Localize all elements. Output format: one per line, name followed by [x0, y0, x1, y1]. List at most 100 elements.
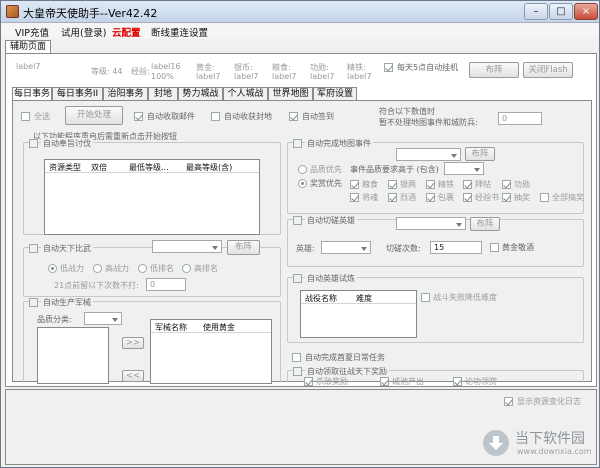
close-flash-button[interactable]: 关闭Flash — [523, 62, 573, 78]
start-button[interactable]: 开始处理 — [65, 106, 123, 125]
col-use-gold[interactable]: 使用黄金 — [203, 322, 235, 333]
radio-high-power[interactable] — [93, 264, 102, 273]
col-weapon-name[interactable]: 军械名称 — [155, 322, 187, 333]
col-resource-type[interactable]: 资源类型 — [49, 162, 81, 173]
auto-tianxia-checkbox[interactable] — [29, 244, 38, 253]
auto-produce-checkbox[interactable] — [29, 298, 38, 307]
menu-reconnect[interactable]: 断线重连设置 — [151, 25, 208, 39]
auto-fief-label: 自动收获封地 — [224, 112, 272, 121]
auto-mail-checkbox[interactable] — [134, 112, 143, 121]
merit-ring-checkbox[interactable] — [453, 377, 462, 386]
reward-merit-cb[interactable] — [502, 180, 511, 189]
radio-high-rank-label: 高排名 — [194, 264, 218, 273]
fail-lower-checkbox[interactable] — [421, 293, 430, 302]
reward-wine-cb[interactable] — [388, 193, 397, 202]
radio-high-power-label: 高战力 — [105, 264, 129, 273]
tianxia-reward-checkbox[interactable] — [293, 367, 302, 376]
tab-personal-war[interactable]: 个人城战 — [223, 87, 268, 100]
reward-package-cb[interactable] — [426, 193, 435, 202]
select-all-checkbox[interactable] — [21, 112, 30, 121]
radio-low-power-label: 低战力 — [60, 264, 84, 273]
map-event-deploy-button[interactable]: 布阵 — [465, 147, 495, 161]
col-double[interactable]: 双倍 — [91, 162, 107, 173]
tab-helper-page[interactable]: 辅助页面 — [5, 40, 51, 54]
silver-value: label7 — [234, 72, 259, 81]
exclude-input[interactable]: 0 — [498, 112, 542, 125]
tab-daily-2[interactable]: 每日事务II — [52, 87, 103, 100]
auto-tianxia-label: 自动天下比武 — [41, 243, 93, 254]
quality-first-radio[interactable] — [298, 165, 307, 174]
maximize-button[interactable]: □ — [549, 3, 573, 20]
auto-fief-checkbox[interactable] — [211, 112, 220, 121]
auto-signin-checkbox[interactable] — [289, 112, 298, 121]
auto-daily5-checkbox[interactable] — [384, 63, 393, 72]
col-difficulty[interactable]: 难度 — [356, 293, 372, 304]
skip-label: 21点前留以下次数不打: — [54, 281, 139, 290]
gold-wine-checkbox[interactable] — [490, 243, 499, 252]
tianxia-deploy-button[interactable]: 布阵 — [227, 240, 260, 255]
reward-food-cb[interactable] — [350, 180, 359, 189]
tab-world-map[interactable]: 世界地图 — [268, 87, 313, 100]
col-battle-name[interactable]: 战役名称 — [305, 293, 337, 304]
auto-daily5-label: 每天5点自动挂机 — [397, 63, 459, 72]
hero-select[interactable] — [321, 241, 371, 254]
minimize-button[interactable]: – — [524, 3, 548, 20]
reward-iron-cb[interactable] — [426, 180, 435, 189]
radio-low-rank[interactable] — [138, 264, 147, 273]
col-max-level[interactable]: 最高等级(含) — [186, 162, 232, 173]
auto-mail-label: 自动收取邮件 — [147, 112, 195, 121]
close-button[interactable]: × — [574, 3, 598, 20]
tab-army-settings[interactable]: 军府设置 — [313, 87, 357, 100]
recruit-group: 自动奉旨讨伐 资源类型 双倍 最低等级... 最高等级(含) — [23, 138, 281, 235]
reward-book-cb[interactable] — [463, 193, 472, 202]
map-event-checkbox[interactable] — [293, 139, 302, 148]
radio-low-power[interactable] — [48, 264, 57, 273]
reward-all-cb[interactable] — [540, 193, 549, 202]
menu-trial-login[interactable]: 试用(登录) — [61, 25, 106, 39]
produce-source-list[interactable] — [37, 327, 109, 384]
kill-reward-checkbox[interactable] — [304, 377, 313, 386]
deploy-button[interactable]: 布阵 — [469, 62, 519, 78]
cut-hero-group: 自动切磋英雄 布阵 英雄: 切磋次数: 15 黄金敬酒 — [287, 215, 584, 267]
tab-luoyang[interactable]: 治阳事务 — [103, 87, 148, 100]
reward-card-cb[interactable] — [463, 180, 472, 189]
reward-first-radio[interactable] — [298, 179, 307, 188]
produce-target-list[interactable]: 军械名称 使用黄金 — [150, 319, 272, 384]
reward-lottery-cb[interactable] — [502, 193, 511, 202]
show-changes-label: 显示资源变化日志 — [517, 397, 581, 406]
quality-select[interactable] — [84, 312, 122, 325]
auto-daily-task-checkbox[interactable] — [292, 353, 301, 362]
reward-soul-cb[interactable] — [350, 193, 359, 202]
trial-list[interactable]: 战役名称 难度 — [300, 290, 417, 338]
show-changes-checkbox[interactable] — [504, 397, 513, 406]
reward-silver-cb[interactable] — [388, 180, 397, 189]
tab-daily[interactable]: 每日事务 — [12, 87, 52, 100]
map-event-select[interactable] — [396, 148, 461, 161]
col-min-level[interactable]: 最低等级... — [129, 162, 169, 173]
name-label: label7 — [16, 62, 41, 71]
city-output-checkbox[interactable] — [380, 377, 389, 386]
cut-times-input[interactable]: 15 — [430, 241, 482, 254]
trial-list-header: 战役名称 难度 — [301, 291, 416, 304]
auto-signin-label: 自动签到 — [302, 112, 334, 121]
cut-hero-select[interactable] — [396, 217, 466, 230]
radio-high-rank[interactable] — [182, 264, 191, 273]
event-req-select[interactable] — [444, 162, 484, 175]
tianxia-select[interactable] — [152, 240, 222, 253]
quality-label: 品质分类: — [37, 315, 72, 324]
auto-recruit-label: 自动奉旨讨伐 — [41, 138, 93, 149]
auto-cut-checkbox[interactable] — [293, 216, 302, 225]
move-left-button[interactable]: << — [122, 370, 144, 382]
auto-recruit-checkbox[interactable] — [29, 139, 38, 148]
tab-fief[interactable]: 封地 — [148, 87, 178, 100]
recruit-list[interactable]: 资源类型 双倍 最低等级... 最高等级(含) — [44, 159, 260, 235]
move-right-button[interactable]: >> — [122, 337, 144, 349]
menu-vip[interactable]: VIP充值 — [15, 25, 49, 39]
reward-book-label: 经验书 — [475, 193, 499, 202]
cut-deploy-button[interactable]: 布阵 — [470, 217, 500, 231]
tab-faction-war[interactable]: 势力城战 — [178, 87, 223, 100]
auto-trial-label: 自动英雄试炼 — [305, 273, 357, 284]
skip-input[interactable]: 0 — [146, 278, 186, 291]
menu-cloud-config[interactable]: 云配置 — [112, 25, 141, 39]
auto-trial-checkbox[interactable] — [293, 274, 302, 283]
